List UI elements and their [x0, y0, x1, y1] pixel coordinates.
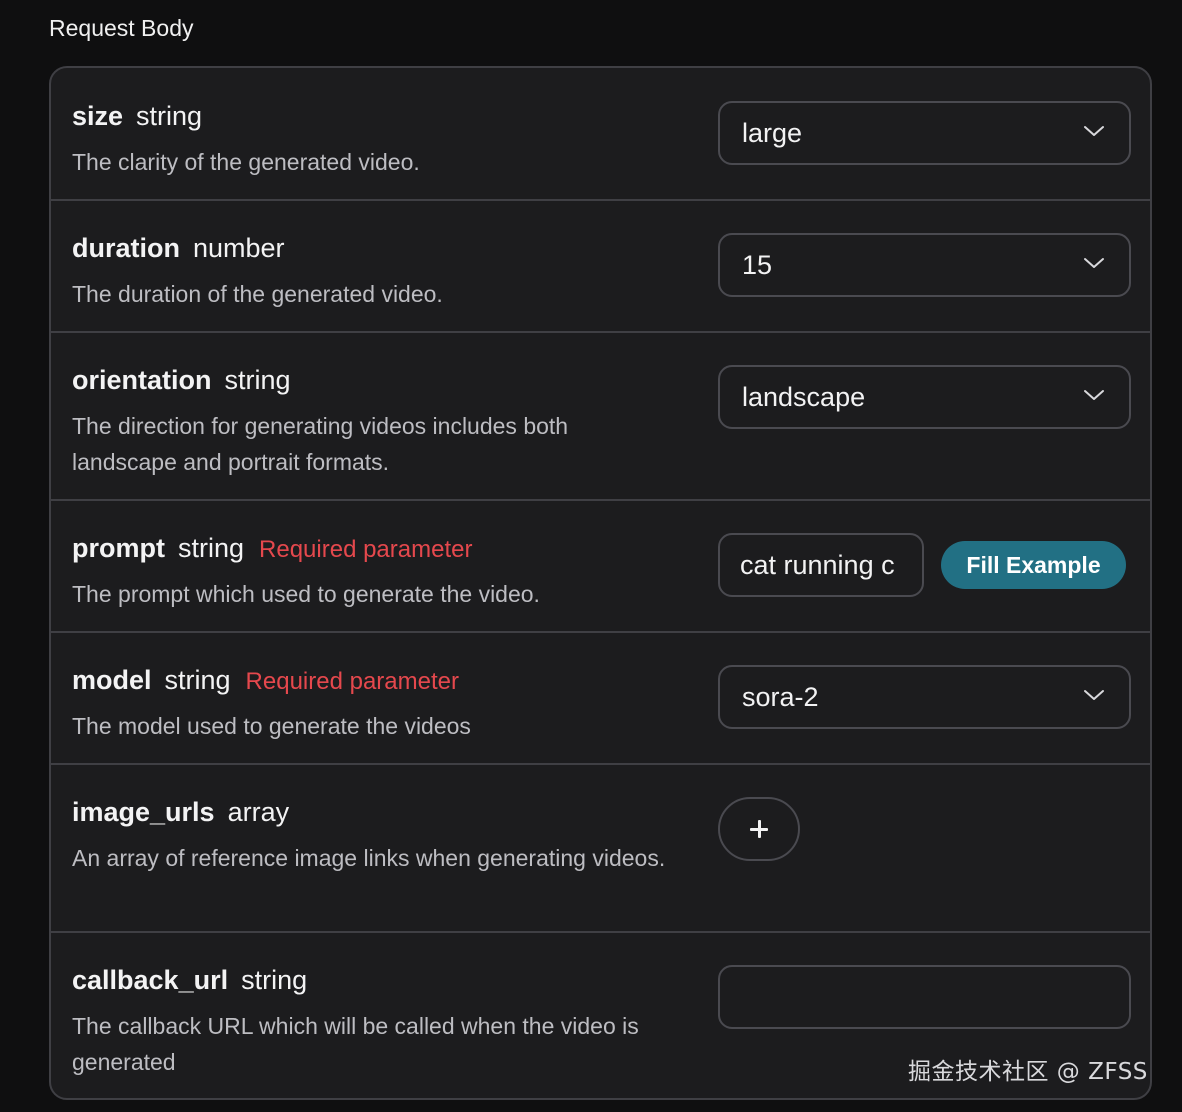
param-image-urls: image_urls array An array of reference i… — [51, 765, 1150, 933]
param-header: duration number — [72, 233, 300, 264]
param-name: size — [72, 101, 124, 131]
param-header: image_urls array — [72, 797, 304, 828]
fill-example-button[interactable]: Fill Example — [941, 541, 1126, 589]
select-value: sora-2 — [742, 681, 819, 712]
param-type: string — [177, 533, 245, 563]
param-type: string — [164, 665, 231, 695]
select-value: 15 — [742, 249, 773, 280]
required-badge: Required parameter — [259, 536, 473, 563]
param-prompt: prompt string Required parameter The pro… — [51, 501, 1150, 633]
param-description: The prompt which used to generate the vi… — [72, 581, 540, 607]
plus-icon — [750, 820, 768, 838]
param-model: model string Required parameter The mode… — [51, 633, 1150, 765]
param-name: prompt — [72, 533, 165, 563]
select-value: landscape — [742, 381, 866, 412]
param-name: orientation — [72, 365, 212, 395]
param-size: size string The clarity of the generated… — [51, 68, 1150, 201]
orientation-select[interactable]: landscape — [718, 365, 1131, 429]
section-title: Request Body — [49, 15, 194, 41]
param-duration: duration number The duration of the gene… — [51, 201, 1150, 333]
select-value: large — [742, 117, 803, 148]
param-name: model — [72, 665, 152, 695]
param-description: The duration of the generated video. — [72, 281, 443, 307]
param-orientation: orientation string The direction for gen… — [51, 333, 1150, 501]
add-image-url-button[interactable] — [718, 797, 800, 861]
chevron-down-icon — [1084, 390, 1104, 400]
request-body-panel: size string The clarity of the generated… — [49, 66, 1152, 1100]
size-select[interactable]: large — [718, 101, 1131, 165]
callback-url-input[interactable] — [718, 965, 1131, 1029]
chevron-down-icon — [1084, 690, 1104, 700]
chevron-down-icon — [1084, 258, 1104, 268]
param-header: orientation string — [72, 365, 306, 396]
param-header: model string Required parameter — [72, 665, 459, 696]
param-type: string — [136, 101, 203, 131]
required-badge: Required parameter — [245, 668, 459, 695]
param-header: prompt string Required parameter — [72, 533, 472, 564]
param-description: The clarity of the generated video. — [72, 149, 420, 175]
param-name: image_urls — [72, 797, 215, 827]
duration-select[interactable]: 15 — [718, 233, 1131, 297]
param-description: The model used to generate the videos — [72, 713, 471, 739]
param-type: string — [224, 365, 291, 395]
param-name: callback_url — [72, 965, 229, 995]
param-type: string — [241, 965, 308, 995]
prompt-input[interactable] — [718, 533, 924, 597]
param-type: array — [227, 797, 290, 827]
param-header: size string — [72, 101, 217, 132]
request-body-page: Request Body size string The clarity of … — [0, 0, 1182, 1112]
chevron-down-icon — [1084, 126, 1104, 136]
param-name: duration — [72, 233, 180, 263]
param-header: callback_url string — [72, 965, 322, 996]
watermark: 掘金技术社区 @ ZFSS — [908, 1059, 1148, 1085]
param-description: An array of reference image links when g… — [72, 845, 666, 871]
param-description: The direction for generating videos incl… — [72, 413, 569, 475]
model-select[interactable]: sora-2 — [718, 665, 1131, 729]
param-type: number — [193, 233, 285, 263]
param-description: The callback URL which will be called wh… — [72, 1013, 639, 1075]
